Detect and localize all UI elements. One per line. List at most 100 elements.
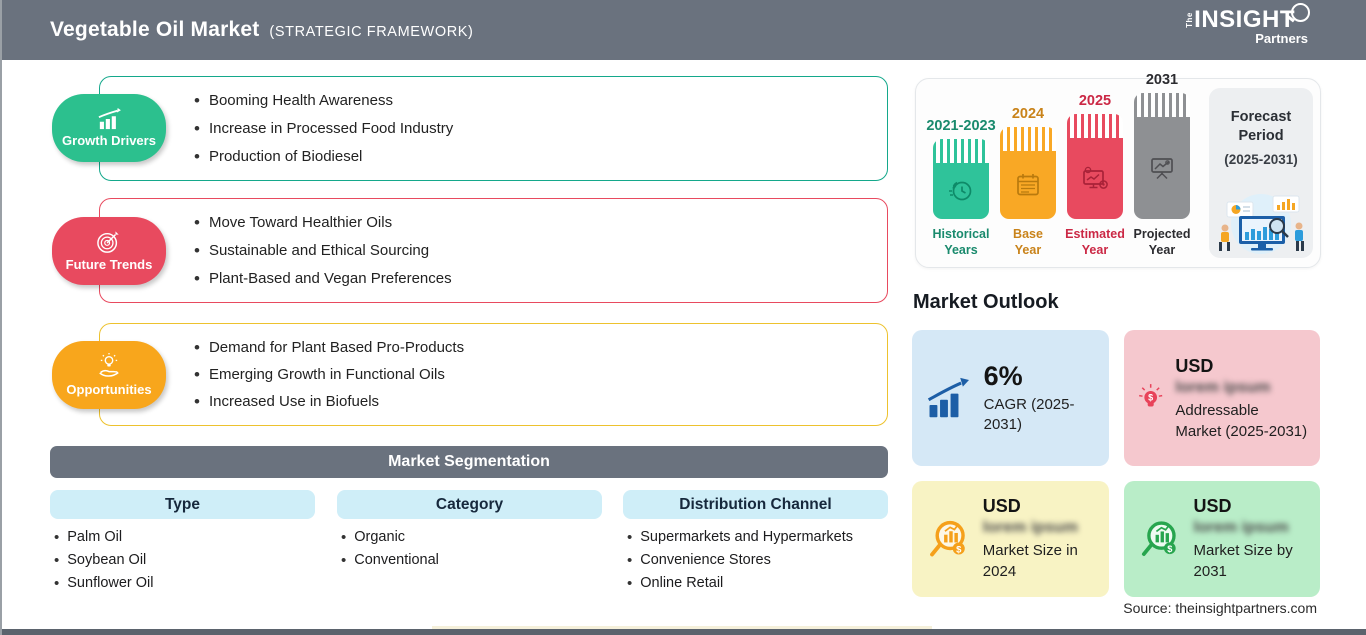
- source-attribution: Source: theinsightpartners.com: [1123, 600, 1317, 616]
- target-dart-icon: [97, 231, 119, 253]
- clock-history-icon: [949, 181, 972, 201]
- bar-body: [933, 163, 989, 219]
- timeline-bars: 2021-2023 Historical Years 2024 Base Yea…: [926, 72, 1190, 259]
- report-subtitle: (STRATEGIC FRAMEWORK): [269, 24, 474, 40]
- presentation-chart-icon: [1151, 158, 1173, 180]
- addressable-market-card: $ USD lorem ipsum Addressable Market (20…: [1124, 330, 1320, 466]
- analytics-people-illustration: [1219, 194, 1304, 254]
- bar: [933, 139, 989, 219]
- list-item: Increased Use in Biofuels: [194, 393, 877, 410]
- footer-bar: [2, 629, 1366, 635]
- list-item: Sustainable and Ethical Sourcing: [194, 242, 877, 259]
- card-label: Market Size in 2024: [982, 542, 1078, 580]
- opportunities-box: Demand for Plant Based Pro-Products Emer…: [99, 323, 888, 426]
- bar-stripes: [933, 139, 989, 163]
- list-item: Palm Oil: [54, 529, 315, 545]
- segmentation-column-type: Type Palm Oil Soybean Oil Sunflower Oil: [50, 490, 315, 598]
- column-header: Category: [337, 490, 602, 519]
- forecast-period-panel: Forecast Period (2025-2031): [1209, 88, 1313, 258]
- cagr-card: 6% CAGR (2025-2031): [912, 330, 1109, 466]
- segmentation-column-distribution: Distribution Channel Supermarkets and Hy…: [623, 490, 888, 598]
- card-label: Market Size by 2031: [1193, 542, 1293, 580]
- forecast-period-label: Forecast Period: [1230, 109, 1292, 144]
- header-bar: Vegetable Oil Market (STRATEGIC FRAMEWOR…: [2, 0, 1366, 60]
- redacted-value: lorem ipsum: [1175, 379, 1271, 397]
- future-trends-badge: Future Trends: [52, 217, 166, 285]
- growth-drivers-badge: Growth Drivers: [52, 94, 166, 162]
- list-item: Increase in Processed Food Industry: [194, 120, 877, 137]
- growth-drivers-box: Booming Health Awareness Increase in Pro…: [99, 76, 888, 181]
- page-title: Vegetable Oil Market (STRATEGIC FRAMEWOR…: [50, 18, 473, 42]
- list-item: Soybean Oil: [54, 552, 315, 568]
- svg-text:$: $: [1167, 544, 1172, 554]
- bar-year-label: 2025: [1078, 93, 1112, 109]
- column-header: Distribution Channel: [623, 490, 888, 519]
- list-item: Convenience Stores: [627, 552, 888, 568]
- list-item: Sunflower Oil: [54, 575, 315, 591]
- future-trends-list: Move Toward Healthier Oils Sustainable a…: [100, 199, 887, 302]
- bar-label: Base Year: [1013, 227, 1043, 258]
- usd-label: USD: [1193, 496, 1232, 517]
- svg-text:$: $: [1148, 393, 1153, 403]
- list-item: Demand for Plant Based Pro-Products: [194, 339, 877, 356]
- dollar-lightbulb-icon: $: [1139, 384, 1163, 407]
- usd-label: USD: [1175, 356, 1214, 377]
- magnifier-ring-icon: [1291, 2, 1310, 22]
- opportunities-list: Demand for Plant Based Pro-Products Emer…: [100, 324, 887, 425]
- bar: [1067, 114, 1123, 219]
- infographic-page: Vegetable Oil Market (STRATEGIC FRAMEWOR…: [0, 0, 1366, 635]
- bar-body: [1067, 138, 1123, 219]
- research-timeline-panel: 2021-2023 Historical Years 2024 Base Yea…: [915, 72, 1321, 268]
- market-size-2031-card: $ USD lorem ipsum Market Size by 2031: [1124, 481, 1320, 597]
- redacted-value: lorem ipsum: [1193, 519, 1289, 537]
- list-item: Supermarkets and Hypermarkets: [627, 529, 888, 545]
- list-item: Plant-Based and Vegan Preferences: [194, 270, 877, 287]
- magnifier-chart-icon: $: [930, 520, 965, 557]
- future-trends-box: Move Toward Healthier Oils Sustainable a…: [99, 198, 888, 303]
- magnifier-chart-icon: $: [1141, 521, 1176, 556]
- cagr-value: 6%: [983, 360, 1023, 391]
- logo-the-text: The: [1185, 12, 1195, 28]
- list-item: Emerging Growth in Functional Oils: [194, 366, 877, 383]
- timeline-bar-historical: 2021-2023 Historical Years: [926, 118, 995, 259]
- bar-body: [1000, 151, 1056, 219]
- timeline-bar-projected: 2031 Projected Year: [1133, 72, 1191, 259]
- list-item: Online Retail: [627, 575, 888, 591]
- bar-label: Projected Year: [1133, 227, 1191, 258]
- market-size-2024-card: $ USD lorem ipsum Market Size in 2024: [912, 481, 1109, 597]
- bar: [1000, 127, 1056, 219]
- growth-drivers-list: Booming Health Awareness Increase in Pro…: [100, 77, 887, 180]
- opportunities-badge: Opportunities: [52, 341, 166, 409]
- bar-stripes: [1134, 93, 1190, 117]
- bar-year-label: 2031: [1145, 72, 1179, 88]
- bar-stripes: [1067, 114, 1123, 138]
- list-item: Move Toward Healthier Oils: [194, 214, 877, 231]
- bar-label: Historical Years: [932, 227, 990, 258]
- logo-partners-text: Partners: [1255, 31, 1308, 46]
- redacted-value: lorem ipsum: [982, 519, 1078, 537]
- distribution-list: Supermarkets and Hypermarkets Convenienc…: [623, 529, 888, 591]
- list-item: Booming Health Awareness: [194, 92, 877, 109]
- badge-label: Future Trends: [65, 257, 153, 272]
- calendar-icon: [1017, 174, 1039, 196]
- card-label: Addressable Market (2025-2031): [1175, 402, 1308, 440]
- bar-body: [1134, 117, 1190, 219]
- badge-label: Growth Drivers: [62, 133, 156, 148]
- bar-stripes: [1000, 127, 1056, 151]
- bar-year-label: 2021-2023: [926, 118, 996, 134]
- usd-label: USD: [982, 496, 1021, 517]
- monitor-analytics-icon: [1083, 166, 1108, 189]
- insight-partners-logo: The INSIGHT Partners: [1182, 2, 1310, 46]
- forecast-period-range: (2025-2031): [1224, 151, 1298, 167]
- report-title: Vegetable Oil Market: [50, 18, 260, 41]
- cagr-label: CAGR (2025-2031): [983, 395, 1075, 433]
- segmentation-title: Market Segmentation: [388, 453, 550, 470]
- list-item: Conventional: [341, 552, 602, 568]
- market-outlook-title: Market Outlook: [913, 291, 1059, 313]
- list-item: Production of Biodiesel: [194, 148, 877, 165]
- list-item: Organic: [341, 529, 602, 545]
- category-list: Organic Conventional: [337, 529, 602, 568]
- bar: [1134, 93, 1190, 219]
- bar-label: Estimated Year: [1065, 227, 1125, 258]
- column-header: Type: [50, 490, 315, 519]
